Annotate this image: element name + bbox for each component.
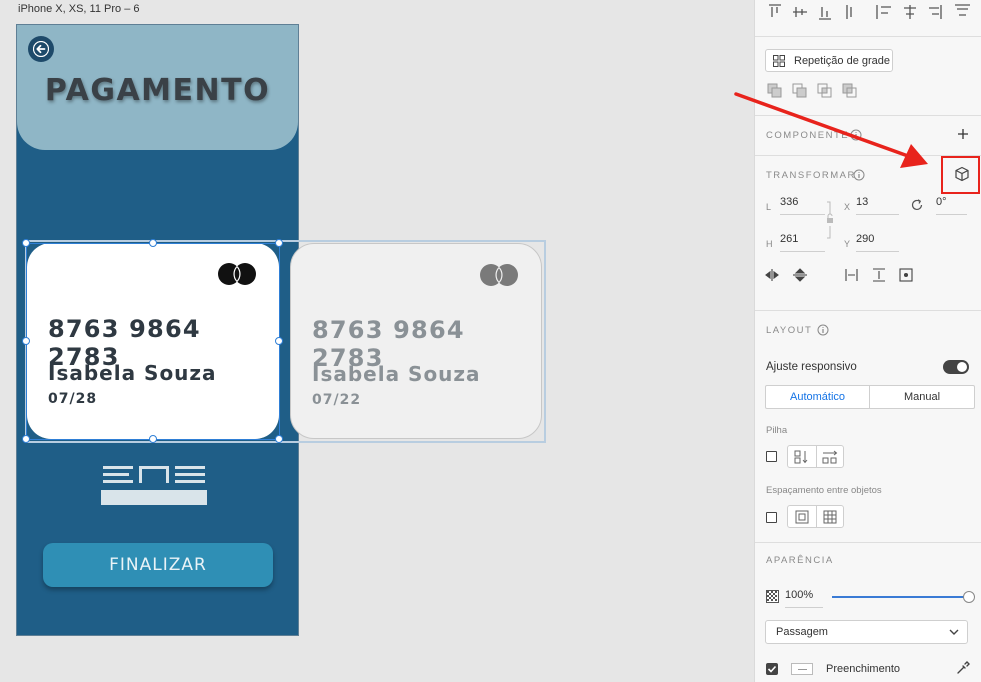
opacity-icon (766, 590, 779, 603)
blend-mode-select[interactable]: Passagem (765, 620, 968, 644)
y-input[interactable]: 290 (856, 233, 899, 252)
checkmark-icon (767, 665, 777, 673)
resize-handle-left[interactable] (22, 337, 30, 345)
toggle-knob (957, 362, 967, 372)
y-label: Y (844, 239, 851, 249)
spacing-mode-buttons[interactable] (787, 505, 844, 528)
annotation-arrow (734, 92, 928, 168)
appearance-label: APARÊNCIA (766, 555, 834, 566)
align-toolbar (769, 4, 970, 20)
height-label: H (766, 239, 773, 249)
tab-automatic[interactable]: Automático (766, 386, 870, 408)
blend-mode-value: Passagem (776, 626, 828, 638)
padding-icon (795, 510, 809, 524)
fill-label: Preenchimento (826, 663, 900, 675)
responsive-resize-toggle[interactable] (943, 360, 969, 374)
width-input[interactable]: 336 (780, 196, 825, 215)
tab-manual[interactable]: Manual (870, 386, 974, 408)
resize-handle-bottom[interactable] (149, 435, 157, 443)
ens-logo (101, 466, 207, 505)
back-button[interactable] (28, 36, 54, 62)
stack-label: Pilha (766, 425, 788, 436)
add-icon[interactable] (957, 128, 969, 140)
credit-card-secondary[interactable]: 8763 9864 2783 Isabela Souza 07/22 (290, 243, 542, 439)
rotate-icon (911, 199, 923, 211)
layout-label: LAYOUT (766, 325, 813, 336)
opacity-slider[interactable] (832, 591, 975, 603)
eyedropper-icon[interactable] (956, 661, 970, 675)
fill-checkbox[interactable] (766, 663, 778, 675)
x-input[interactable]: 13 (856, 196, 899, 215)
selection-box (26, 243, 280, 440)
resize-handle-top[interactable] (149, 239, 157, 247)
info-icon[interactable] (817, 324, 829, 336)
resize-handle-top-left[interactable] (22, 239, 30, 247)
resize-handle-top-right[interactable] (275, 239, 283, 247)
chevron-down-icon (949, 629, 959, 635)
x-label: X (844, 202, 851, 212)
opacity-slider-thumb[interactable] (963, 591, 975, 603)
mastercard-icon (480, 264, 518, 286)
header-panel: PAGAMENTO (17, 25, 298, 150)
lock-aspect-icon[interactable] (825, 200, 835, 240)
repeat-grid-label: Repetição de grade (794, 55, 891, 67)
card-expiry: 07/22 (312, 392, 362, 408)
resize-handle-right[interactable] (275, 337, 283, 345)
page-title: PAGAMENTO (44, 73, 271, 108)
stack-horizontal-icon (822, 450, 838, 464)
spacing-label: Espaçamento entre objetos (766, 485, 882, 496)
divider (816, 446, 817, 467)
stack-direction-buttons[interactable] (787, 445, 844, 468)
flip-distribute-toolbar[interactable] (765, 268, 915, 282)
grid-spacing-icon (823, 510, 837, 524)
rotation-input[interactable]: 0° (936, 196, 967, 215)
spacing-checkbox[interactable] (766, 512, 777, 523)
stack-checkbox[interactable] (766, 451, 777, 462)
repeat-grid-button[interactable]: Repetição de grade (765, 49, 893, 72)
stack-vertical-icon (794, 450, 808, 464)
height-input[interactable]: 261 (780, 233, 825, 252)
resize-handle-bottom-right[interactable] (275, 435, 283, 443)
opacity-input[interactable]: 100% (785, 589, 823, 608)
resize-mode-tabs: Automático Manual (765, 385, 975, 409)
resize-handle-bottom-left[interactable] (22, 435, 30, 443)
responsive-resize-label: Ajuste responsivo (766, 361, 857, 373)
artboard-title[interactable]: iPhone X, XS, 11 Pro – 6 (18, 3, 139, 15)
width-label: L (766, 202, 772, 212)
arrow-left-icon (33, 41, 49, 57)
card-holder: Isabela Souza (312, 362, 481, 386)
fill-color-swatch[interactable] (791, 663, 813, 675)
annotation-highlight-box (941, 156, 980, 194)
grid-icon (773, 55, 785, 67)
divider (816, 506, 817, 527)
swatch-line (798, 669, 807, 670)
finish-button[interactable]: FINALIZAR (43, 543, 273, 587)
